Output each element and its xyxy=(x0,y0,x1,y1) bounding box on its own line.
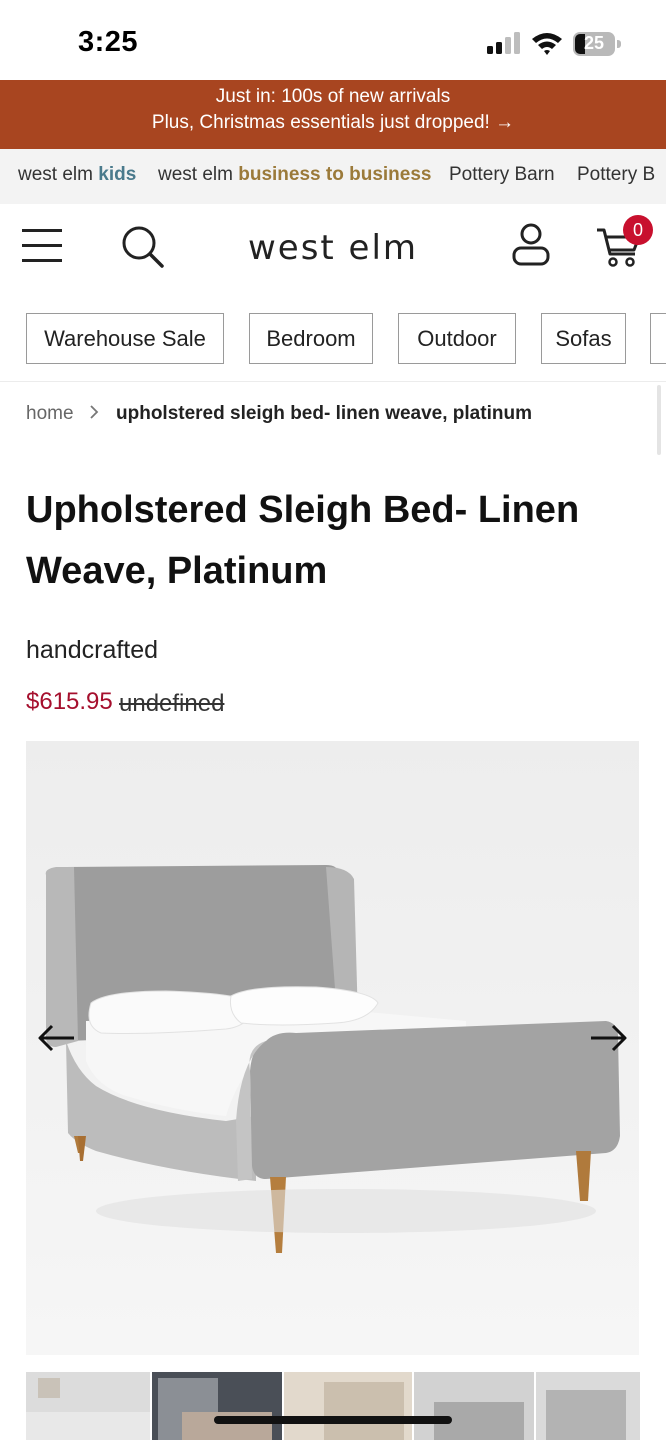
site-logo[interactable]: west elm xyxy=(0,228,666,268)
breadcrumb: home upholstered sleigh bed- linen weave… xyxy=(26,400,646,430)
brand-link-pottery-barn[interactable]: Pottery Barn xyxy=(449,164,555,186)
wifi-icon xyxy=(532,33,562,55)
brand-link-pottery-barn-2[interactable]: Pottery B xyxy=(577,164,655,186)
chevron-right-icon xyxy=(90,405,99,419)
status-bar: 3:25 25 xyxy=(0,0,666,80)
site-header: west elm xyxy=(0,204,666,296)
product-subtitle: handcrafted xyxy=(26,636,159,664)
thumbnail-1[interactable] xyxy=(26,1372,150,1440)
arrow-left-icon[interactable] xyxy=(36,1018,76,1058)
status-time: 3:25 xyxy=(78,26,139,58)
brand-suffix: kids xyxy=(98,164,137,185)
battery-level: 25 xyxy=(583,33,605,53)
brand-link-westelm-b2b[interactable]: west elm business to business xyxy=(158,164,431,186)
breadcrumb-home[interactable]: home xyxy=(26,403,74,425)
arrow-right-icon[interactable] xyxy=(589,1018,629,1058)
product-title: Upholstered Sleigh Bed- Linen Weave, Pla… xyxy=(26,480,636,602)
cart-count-badge: 0 xyxy=(623,215,653,245)
brand-strip: west elm kids west elm business to busin… xyxy=(0,149,666,204)
chip-warehouse-sale[interactable]: Warehouse Sale xyxy=(26,313,224,364)
home-indicator[interactable] xyxy=(214,1416,452,1424)
thumbnail-3[interactable] xyxy=(284,1372,412,1440)
thumbnail-strip xyxy=(26,1372,666,1440)
product-image[interactable] xyxy=(26,741,639,1355)
chip-more[interactable] xyxy=(650,313,666,364)
breadcrumb-current: upholstered sleigh bed- linen weave, pla… xyxy=(116,403,532,424)
thumbnail-2[interactable] xyxy=(152,1372,282,1440)
product-title-line-1: Upholstered Sleigh Bed- Linen xyxy=(26,489,580,531)
brand-link-westelm-kids[interactable]: west elm kids xyxy=(18,164,136,186)
product-title-line-2: Weave, Platinum xyxy=(26,550,328,592)
brand-prefix: west elm xyxy=(18,164,99,185)
cellular-signal-icon xyxy=(487,32,520,54)
brand-prefix: west elm xyxy=(158,164,239,185)
thumbnail-4[interactable] xyxy=(414,1372,534,1440)
chip-bedroom[interactable]: Bedroom xyxy=(249,313,373,364)
product-price: $615.95 xyxy=(26,688,113,715)
bed-illustration xyxy=(26,741,639,1355)
brand-suffix: business to business xyxy=(238,164,432,185)
chip-outdoor[interactable]: Outdoor xyxy=(398,313,516,364)
battery-icon: 25 xyxy=(573,32,621,56)
scrollbar[interactable] xyxy=(657,385,661,455)
account-icon[interactable] xyxy=(510,222,552,266)
promo-line-2: Plus, Christmas essentials just dropped!… xyxy=(151,112,515,133)
thumbnail-5[interactable] xyxy=(536,1372,640,1440)
chip-sofas[interactable]: Sofas xyxy=(541,313,626,364)
promo-banner[interactable]: Just in: 100s of new arrivals Plus, Chri… xyxy=(0,80,666,149)
category-chips: Warehouse Sale Bedroom Outdoor Sofas xyxy=(0,296,666,382)
promo-line-1: Just in: 100s of new arrivals xyxy=(215,86,451,107)
product-old-price: undefined xyxy=(119,690,225,717)
